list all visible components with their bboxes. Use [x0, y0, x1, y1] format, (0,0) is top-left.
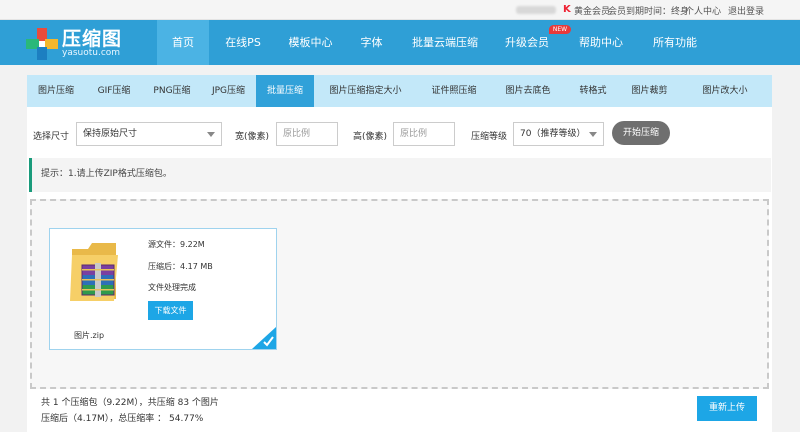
zip-archive-icon — [70, 243, 118, 301]
width-input[interactable] — [276, 122, 338, 146]
site-logo[interactable]: 压缩图 yasuotu.com — [26, 24, 166, 62]
user-center-link[interactable]: 个人中心 — [685, 4, 721, 17]
compressed-file-size: 压缩后：4.17 MB — [148, 262, 213, 271]
tab-jpg-compress[interactable]: JPG压缩 — [201, 75, 256, 107]
nav-help-center[interactable]: 帮助中心 — [563, 20, 639, 65]
tab-batch-compress[interactable]: 批量压缩 — [256, 75, 314, 107]
nav-batch-cloud-compress[interactable]: 批量云端压缩 — [399, 20, 491, 65]
chevron-down-icon — [589, 132, 597, 137]
tab-convert-format[interactable]: 转格式 — [565, 75, 621, 107]
nav-fonts[interactable]: 字体 — [344, 20, 399, 65]
level-label: 压缩等级 — [471, 132, 508, 142]
source-file-size: 源文件：9.22M — [148, 240, 205, 249]
tab-png-compress[interactable]: PNG压缩 — [143, 75, 201, 107]
result-card: 源文件：9.22M 压缩后：4.17 MB 文件处理完成 下载文件 图片.zip — [49, 228, 277, 350]
process-status: 文件处理完成 — [148, 283, 196, 292]
level-select[interactable]: 70（推荐等级） — [513, 122, 604, 146]
top-utility-bar: K 黄金会员 会员到期时间：终身 个人中心 退出登录 — [0, 0, 800, 20]
vip-icon: K — [563, 4, 571, 15]
logo-domain: yasuotu.com — [62, 48, 121, 58]
reupload-button[interactable]: 重新上传 — [697, 396, 757, 421]
summary-line-2: 压缩后（4.17M），总压缩率 ： 54.77% — [41, 414, 204, 424]
member-expiry-text: 会员到期时间：终身 — [608, 7, 690, 17]
logo-cross-icon — [26, 28, 58, 60]
tab-compress-to-size[interactable]: 图片压缩指定大小 — [314, 75, 417, 107]
level-select-value: 70（推荐等级） — [520, 129, 586, 139]
nav-online-ps[interactable]: 在线PS — [209, 20, 277, 65]
tab-gif-compress[interactable]: GIF压缩 — [85, 75, 143, 107]
height-input[interactable] — [393, 122, 455, 146]
site-header: 压缩图 yasuotu.com 首页 在线PS 模板中心 字体 批量云端压缩 升… — [0, 20, 800, 65]
size-label: 选择尺寸 — [33, 132, 70, 142]
logo-title: 压缩图 — [62, 28, 123, 50]
username-redacted — [516, 6, 556, 14]
height-label: 高(像素) — [353, 132, 388, 142]
tab-image-compress[interactable]: 图片压缩 — [27, 75, 85, 107]
download-file-button[interactable]: 下载文件 — [148, 301, 193, 320]
tool-tabs: 图片压缩 GIF压缩 PNG压缩 JPG压缩 批量压缩 图片压缩指定大小 证件照… — [27, 75, 772, 107]
member-level-label: 黄金会员 — [574, 7, 611, 17]
tab-image-resize[interactable]: 图片改大小 — [678, 75, 772, 107]
upload-tip: 提示：1.请上传ZIP格式压缩包。 — [29, 158, 771, 192]
tab-id-photo-compress[interactable]: 证件照压缩 — [417, 75, 491, 107]
size-select[interactable]: 保持原始尺寸 — [76, 122, 222, 146]
tab-remove-background[interactable]: 图片去底色 — [491, 75, 565, 107]
new-badge: NEW — [549, 25, 571, 34]
size-select-value: 保持原始尺寸 — [83, 129, 138, 139]
checkmark-icon — [252, 327, 276, 349]
nav-all-features[interactable]: 所有功能 — [639, 20, 711, 65]
chevron-down-icon — [207, 132, 215, 137]
nav-templates[interactable]: 模板中心 — [277, 20, 344, 65]
logout-link[interactable]: 退出登录 — [728, 4, 764, 17]
summary-line-1: 共 1 个压缩包（9.22M），共压缩 83 个图片 — [41, 398, 219, 408]
width-label: 宽(像素) — [235, 132, 270, 142]
start-compress-button[interactable]: 开始压缩 — [612, 121, 670, 145]
nav-home[interactable]: 首页 — [157, 20, 209, 65]
archive-filename: 图片.zip — [74, 331, 105, 340]
tab-image-crop[interactable]: 图片裁剪 — [621, 75, 678, 107]
